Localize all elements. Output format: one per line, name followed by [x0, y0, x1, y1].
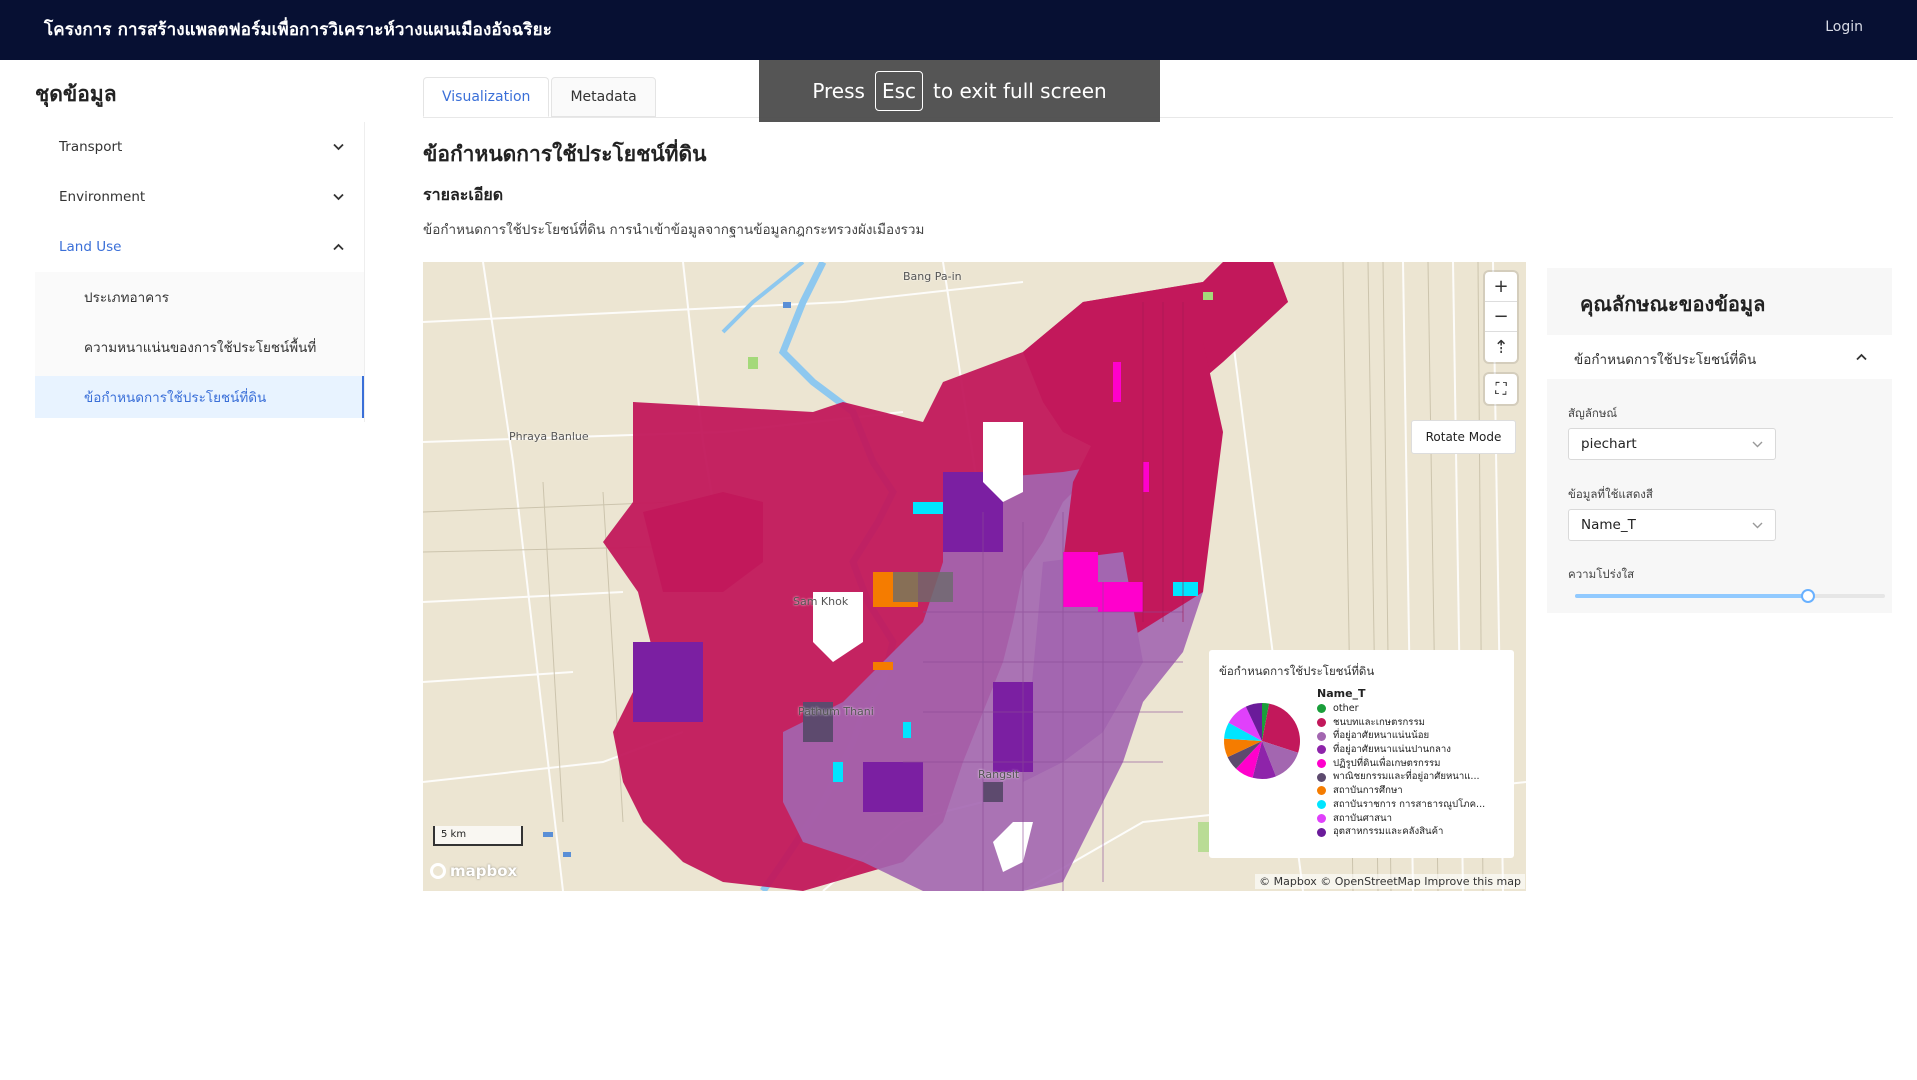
symbol-select[interactable]: piechart	[1568, 428, 1776, 460]
legend-item: other	[1317, 702, 1485, 716]
submenu-item-label: ข้อกำหนดการใช้ประโยชน์ที่ดิน	[84, 390, 267, 406]
legend-list: other ชนบทและเกษตรกรรม ที่อยู่อาศัยหนาแน…	[1317, 702, 1485, 839]
mapbox-logo-text: mapbox	[450, 862, 518, 880]
dataset-description: ข้อกำหนดการใช้ประโยชน์ที่ดิน การนำเข้าข้…	[423, 222, 925, 238]
submenu-item-land-use-density[interactable]: ความหนาแน่นของการใช้ประโยชน์พื้นที่	[35, 322, 365, 372]
submenu-item-label: ความหนาแน่นของการใช้ประโยชน์พื้นที่	[84, 340, 317, 356]
map-zoom-controls: + − ⇡	[1485, 272, 1517, 362]
section-subtitle: รายละเอียด	[423, 185, 504, 204]
submenu-item-building-type[interactable]: ประเภทอาคาร	[35, 272, 365, 322]
chevron-down-icon	[1752, 519, 1763, 532]
sidebar-item-transport[interactable]: Transport	[35, 122, 365, 172]
color-field-label: ข้อมูลที่ใช้แสดงสี	[1568, 487, 1653, 501]
legend-item-label: ที่อยู่อาศัยหนาแน่นปานกลาง	[1333, 744, 1451, 756]
compass-icon[interactable]: ⇡	[1485, 332, 1517, 362]
legend-item-label: ที่อยู่อาศัยหนาแน่นน้อย	[1333, 730, 1430, 742]
legend-item-label: สถาบันการศึกษา	[1333, 785, 1403, 797]
legend-swatch	[1317, 745, 1326, 755]
legend-item-label: ชนบทและเกษตรกรรม	[1333, 716, 1425, 728]
page-title: ข้อกำหนดการใช้ประโยชน์ที่ดิน	[423, 142, 707, 166]
map-label-sam-khok: Sam Khok	[793, 595, 849, 608]
color-field-select-value: Name_T	[1581, 517, 1636, 533]
legend-item: สถาบันศาสนา	[1317, 812, 1485, 826]
legend-item: สถาบันราชการ การสาธารณูปโภค...	[1317, 798, 1485, 812]
mapbox-logo[interactable]: mapbox	[430, 862, 517, 880]
zoom-in-button[interactable]: +	[1485, 272, 1517, 302]
legend-item: ที่อยู่อาศัยหนาแน่นปานกลาง	[1317, 743, 1485, 757]
sidebar-item-label: Land Use	[59, 239, 122, 255]
zoom-out-button[interactable]: −	[1485, 302, 1517, 332]
legend-item: ปฏิรูปที่ดินเพื่อเกษตรกรรม	[1317, 757, 1485, 771]
opacity-slider[interactable]	[1575, 589, 1885, 603]
opacity-slider-handle[interactable]	[1800, 589, 1815, 603]
app-title: โครงการ การสร้างแพลตฟอร์มเพื่อการวิเคราะ…	[44, 20, 552, 40]
map-fullscreen-button[interactable]: ⛶	[1485, 374, 1517, 404]
color-field-select[interactable]: Name_T	[1568, 509, 1776, 541]
legend-item: ชนบทและเกษตรกรรม	[1317, 716, 1485, 730]
map-label-phraya-banlue: Phraya Banlue	[509, 430, 589, 443]
legend-swatch	[1317, 800, 1326, 810]
legend-item: อุตสาหกรรมและคลังสินค้า	[1317, 825, 1485, 839]
tab-bar: Visualization Metadata	[423, 77, 658, 117]
opacity-label: ความโปร่งใส	[1568, 567, 1635, 581]
legend-swatch	[1317, 759, 1326, 769]
sidebar-item-label: Environment	[59, 189, 146, 205]
sidebar-divider	[364, 122, 365, 422]
legend-item-label: other	[1333, 703, 1359, 714]
sidebar: Transport Environment Land Use ประเภทอาค…	[35, 122, 365, 418]
sidebar-item-environment[interactable]: Environment	[35, 172, 365, 222]
mapbox-logo-icon	[430, 863, 446, 879]
banner-text-before: Press	[812, 79, 865, 103]
properties-title: คุณลักษณะของข้อมูล	[1580, 292, 1766, 316]
legend-swatch	[1317, 731, 1326, 741]
chevron-down-icon	[1752, 438, 1763, 451]
chevron-down-icon	[331, 140, 345, 154]
chevron-up-icon	[331, 240, 345, 254]
legend-item: สถาบันการศึกษา	[1317, 784, 1485, 798]
tab-metadata[interactable]: Metadata	[551, 77, 656, 117]
properties-section-header[interactable]: ข้อกำหนดการใช้ประโยชน์ที่ดิน	[1547, 335, 1892, 379]
submenu-item-land-use-regulation[interactable]: ข้อกำหนดการใช้ประโยชน์ที่ดิน	[35, 376, 365, 418]
legend-item: พาณิชยกรรมและที่อยู่อาศัยหนาแ...	[1317, 770, 1485, 784]
legend-swatch	[1317, 786, 1326, 796]
submenu-item-label: ประเภทอาคาร	[84, 290, 170, 306]
legend-item-label: สถาบันศาสนา	[1333, 812, 1392, 824]
legend-item-label: อุตสาหกรรมและคลังสินค้า	[1333, 826, 1444, 838]
banner-text-after: to exit full screen	[933, 79, 1107, 103]
legend-swatch	[1317, 772, 1326, 782]
land-use-submenu: ประเภทอาคาร ความหนาแน่นของการใช้ประโยชน์…	[35, 272, 365, 418]
legend-swatch	[1317, 718, 1326, 728]
login-link[interactable]: Login	[1825, 19, 1863, 35]
top-bar: โครงการ การสร้างแพลตฟอร์มเพื่อการวิเคราะ…	[0, 0, 1917, 60]
fullscreen-banner: Press Esc to exit full screen	[759, 60, 1160, 122]
map-legend: ข้อกำหนดการใช้ประโยชน์ที่ดิน Name_T othe…	[1209, 650, 1514, 858]
properties-section-label: ข้อกำหนดการใช้ประโยชน์ที่ดิน	[1574, 352, 1757, 368]
map-label-bang-pa-in: Bang Pa-in	[903, 270, 962, 283]
sidebar-item-land-use[interactable]: Land Use	[35, 222, 365, 272]
rotate-mode-button[interactable]: Rotate Mode	[1411, 420, 1516, 454]
legend-item-label: สถาบันราชการ การสาธารณูปโภค...	[1333, 798, 1486, 810]
symbol-select-value: piechart	[1581, 436, 1637, 452]
legend-pie-chart	[1224, 703, 1300, 779]
map-label-pathum-thani: Pathum Thani	[798, 705, 874, 718]
legend-item-label: พาณิชยกรรมและที่อยู่อาศัยหนาแ...	[1333, 771, 1480, 783]
legend-field-name: Name_T	[1317, 687, 1366, 700]
chevron-up-icon	[1854, 350, 1868, 364]
opacity-slider-fill	[1575, 594, 1808, 598]
legend-item-label: ปฏิรูปที่ดินเพื่อเกษตรกรรม	[1333, 757, 1441, 769]
tab-visualization[interactable]: Visualization	[423, 77, 550, 117]
legend-swatch	[1317, 704, 1326, 714]
legend-title: ข้อกำหนดการใช้ประโยชน์ที่ดิน	[1219, 664, 1375, 678]
legend-item: ที่อยู่อาศัยหนาแน่นน้อย	[1317, 729, 1485, 743]
sidebar-title: ชุดข้อมูล	[35, 82, 117, 106]
map-scale-bar: 5 km	[433, 826, 523, 846]
chevron-down-icon	[331, 190, 345, 204]
legend-swatch	[1317, 827, 1326, 837]
symbol-label: สัญลักษณ์	[1568, 406, 1618, 420]
map-label-rangsit: Rangsit	[978, 768, 1020, 781]
sidebar-item-label: Transport	[59, 139, 123, 155]
map-attribution[interactable]: © Mapbox © OpenStreetMap Improve this ma…	[1255, 874, 1525, 889]
legend-swatch	[1317, 813, 1326, 823]
esc-key: Esc	[874, 71, 924, 111]
